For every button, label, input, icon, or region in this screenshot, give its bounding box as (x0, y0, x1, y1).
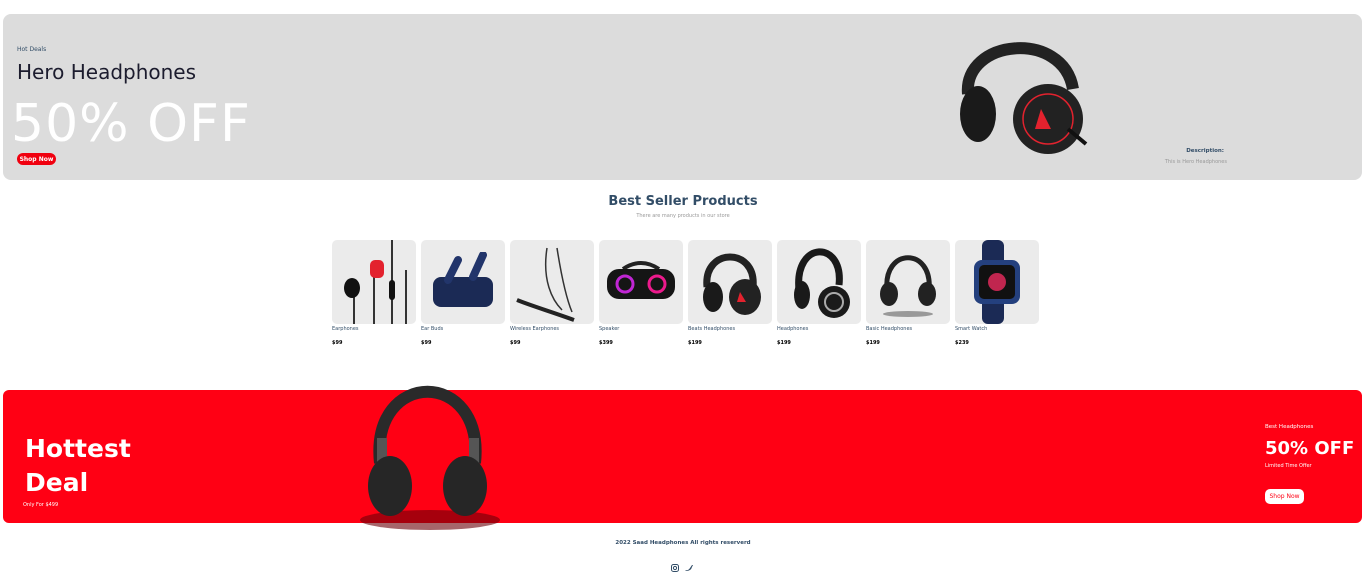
deal-shop-now-button[interactable]: Shop Now (1265, 489, 1304, 504)
product-price: $99 (510, 340, 521, 346)
deal-price: Only For $499 (23, 502, 59, 508)
product-name: Headphones (777, 326, 809, 332)
hero-big-text: 50% OFF (11, 94, 251, 154)
product-name: Smart Watch (955, 326, 988, 332)
product-name: Ear Buds (421, 326, 444, 332)
deal-big-text: 50% OFF (1265, 438, 1355, 459)
headphones-image[interactable] (777, 240, 861, 324)
product-card[interactable]: Basic Headphones $199 (866, 240, 950, 346)
product-price: $99 (421, 340, 432, 346)
deal-limited-text: Limited Time Offer (1265, 463, 1312, 469)
hero-banner: Hot Deals Hero Headphones 50% OFF Shop N… (3, 14, 1362, 180)
deal-title: Hottest Deal (25, 432, 131, 500)
earbuds-image[interactable] (421, 240, 505, 324)
product-card[interactable]: Smart Watch $239 (955, 240, 1039, 346)
product-price: $199 (866, 340, 880, 346)
product-card[interactable]: Speaker $399 (599, 240, 683, 346)
headphones-image[interactable] (688, 240, 772, 324)
headphones-image[interactable] (866, 240, 950, 324)
hottest-deal-banner: Hottest Deal Only For $499 Best Headphone… (3, 390, 1362, 523)
product-name: Beats Headphones (688, 326, 736, 332)
product-name: Speaker (599, 326, 620, 332)
deal-headphones-image (360, 385, 500, 530)
product-price: $399 (599, 340, 613, 346)
description-label: Description: (1186, 148, 1224, 154)
deal-title-line1: Hottest (25, 434, 131, 463)
product-card[interactable]: Earphones $99 (332, 240, 416, 346)
product-name: Basic Headphones (866, 326, 913, 332)
product-name: Wireless Earphones (510, 326, 560, 332)
section-subtitle: There are many products in our store (636, 213, 730, 219)
product-card[interactable]: Headphones $199 (777, 240, 861, 346)
smart-watch-image[interactable] (955, 240, 1039, 324)
instagram-icon[interactable] (671, 557, 679, 572)
product-name: Earphones (332, 326, 359, 332)
twitter-icon[interactable] (685, 557, 693, 571)
footer-copyright: 2022 Saad Headphones All rights reserver… (615, 540, 751, 546)
deal-small-text: Best Headphones (1265, 424, 1314, 430)
speaker-image[interactable] (599, 240, 683, 324)
hero-title: Hero Headphones (17, 60, 197, 84)
product-card[interactable]: Wireless Earphones $99 (510, 240, 594, 346)
neckband-image[interactable] (510, 240, 594, 324)
hero-headphones-image (960, 42, 1088, 154)
hero-shop-now-button[interactable]: Shop Now (17, 153, 56, 165)
description-text: This is Hero Headphones (1164, 159, 1227, 165)
hero-eyebrow: Hot Deals (17, 46, 47, 53)
product-price: $99 (332, 340, 343, 346)
footer-social (671, 557, 693, 572)
hero-description: Description: This is Hero Headphones (1162, 148, 1227, 165)
product-price: $199 (688, 340, 702, 346)
deal-offer: Best Headphones 50% OFF Limited Time Off… (1265, 424, 1354, 504)
product-price: $199 (777, 340, 791, 346)
product-card[interactable]: Beats Headphones $199 (688, 240, 772, 346)
product-price: $239 (955, 340, 969, 346)
earphones-image[interactable] (332, 240, 416, 324)
product-card[interactable]: Ear Buds $99 (421, 240, 505, 346)
product-list: Earphones $99 Ear Buds $99 Wireless Earp… (332, 240, 1039, 346)
section-title: Best Seller Products (608, 194, 758, 209)
deal-title-line2: Deal (25, 468, 89, 497)
